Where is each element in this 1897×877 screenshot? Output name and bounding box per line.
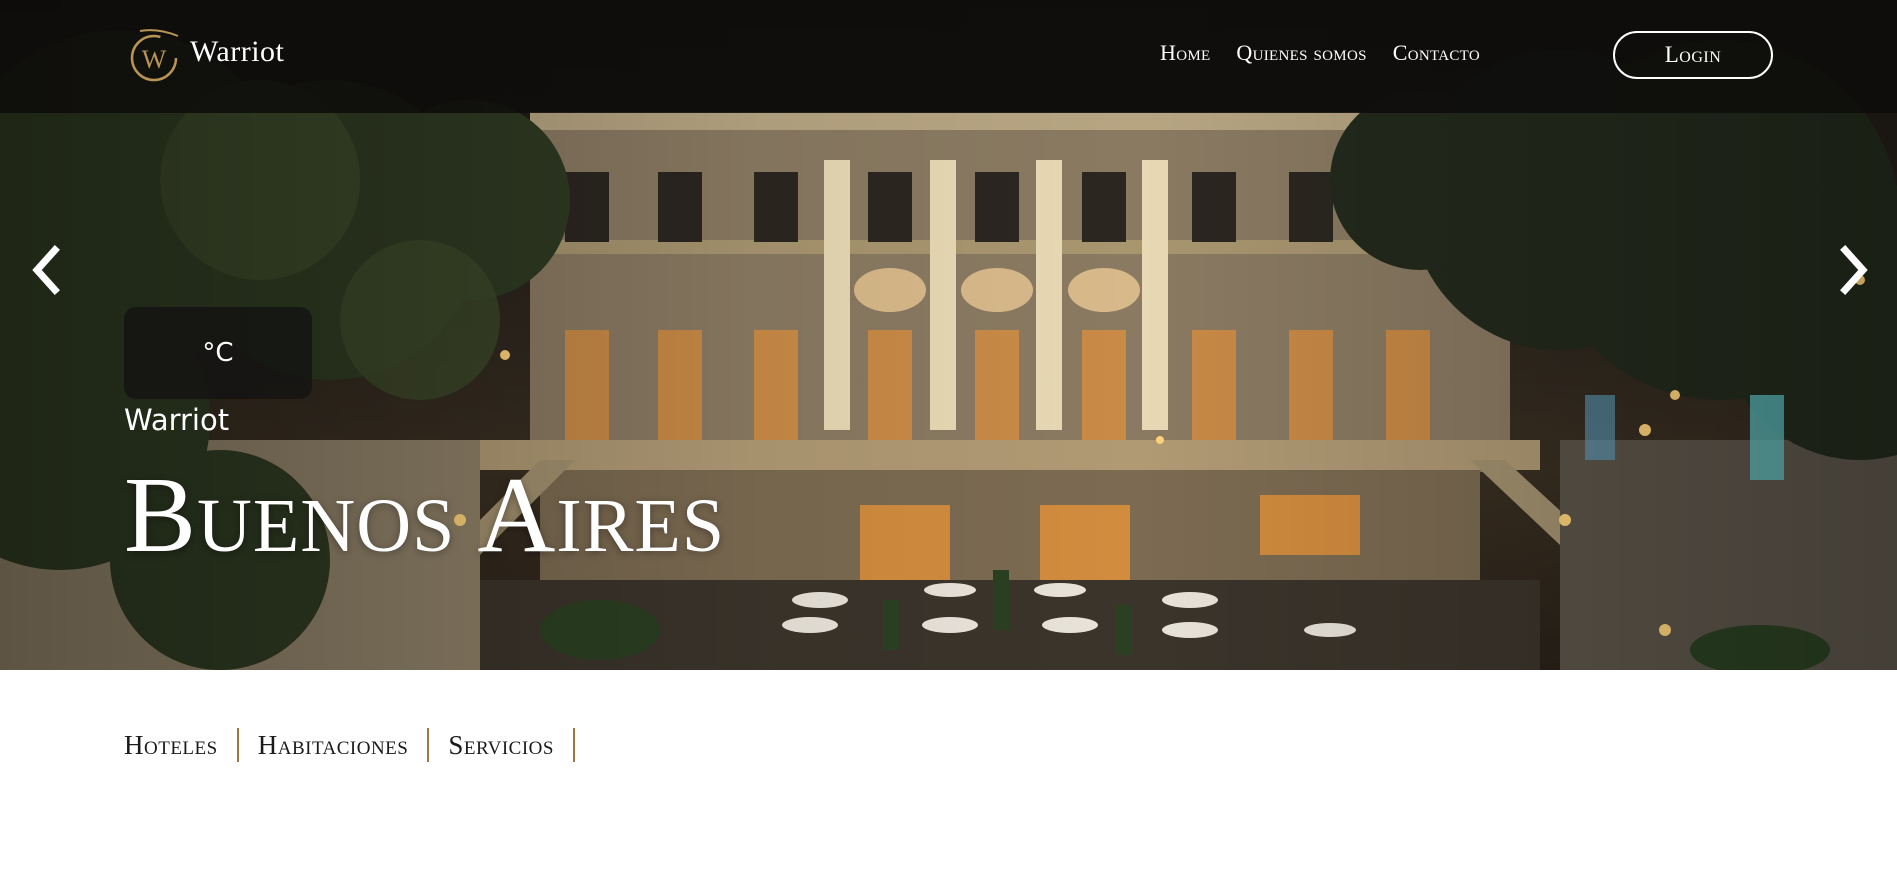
carousel-next-button[interactable] [1834,244,1874,296]
hero-title: Buenos Aires [124,456,726,575]
tab-hoteles[interactable]: Hoteles [124,730,237,761]
tab-habitaciones[interactable]: Habitaciones [239,730,428,761]
nav-link-quienes-somos[interactable]: Quienes somos [1236,40,1366,66]
top-navbar: W Warriot Home Quienes somos Contacto Lo… [0,0,1897,113]
weather-widget: °C [124,307,312,399]
tab-servicios[interactable]: Servicios [429,730,573,761]
temperature-unit: °C [202,338,234,368]
category-tabs: Hoteles Habitaciones Servicios [124,728,575,762]
brand-logo-icon: W [130,29,179,82]
chevron-right-icon [1840,245,1868,295]
chevron-left-icon [32,245,60,295]
brand-name: Warriot [190,35,285,68]
tab-divider [572,728,575,762]
carousel-prev-button[interactable] [26,244,66,296]
page: W Warriot Home Quienes somos Contacto Lo… [0,0,1897,877]
login-button[interactable]: Login [1613,31,1773,79]
nav-link-contacto[interactable]: Contacto [1393,40,1480,66]
brand[interactable]: W Warriot [128,26,284,84]
nav-link-home[interactable]: Home [1160,40,1210,66]
hero-subtitle: Warriot [124,403,230,437]
logo-letter: W [142,45,167,74]
main-nav: Home Quienes somos Contacto [1160,40,1480,66]
